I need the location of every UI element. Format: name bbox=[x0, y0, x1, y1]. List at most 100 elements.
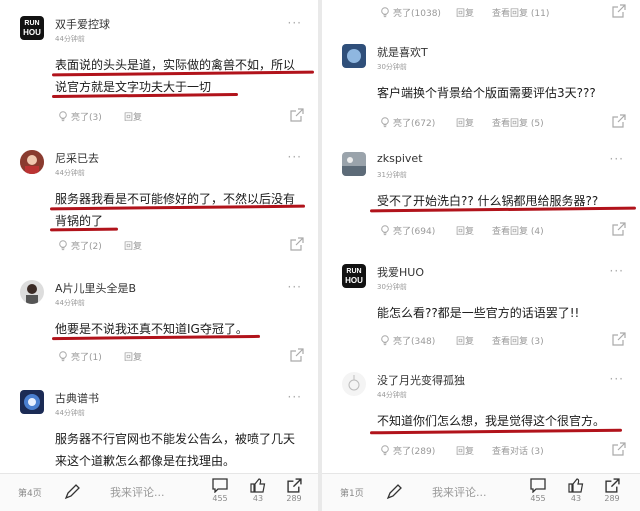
lightbulb-icon bbox=[59, 351, 67, 362]
comment-actions: 亮了(348) 回复 查看回复 (3) bbox=[322, 332, 640, 350]
user-avatar[interactable] bbox=[20, 150, 44, 174]
comments-button[interactable]: 455 bbox=[526, 478, 550, 503]
share-button[interactable]: 289 bbox=[282, 478, 306, 503]
lightbulb-icon bbox=[381, 225, 389, 236]
share-icon[interactable] bbox=[612, 332, 626, 346]
reply-button[interactable]: 回复 bbox=[124, 239, 142, 252]
comment-text: 服务器我看是不可能修好的了，不然以后没有 背锅的了 bbox=[55, 188, 307, 232]
share-icon[interactable] bbox=[612, 114, 626, 128]
username[interactable]: zkspivet bbox=[377, 152, 423, 165]
like-button[interactable]: 亮了(672) bbox=[380, 116, 435, 129]
reply-button[interactable]: 回复 bbox=[456, 224, 474, 237]
more-options-icon[interactable]: ··· bbox=[610, 372, 624, 386]
view-dialog-button[interactable]: 查看对话 (3) bbox=[492, 444, 544, 457]
share-icon[interactable] bbox=[612, 222, 626, 236]
comment-actions: 亮了(3) 回复 bbox=[0, 108, 318, 126]
page-indicator[interactable]: 第4页 bbox=[18, 486, 42, 499]
user-avatar[interactable]: RUN HOU bbox=[20, 16, 44, 40]
like-button[interactable]: 亮了(2) bbox=[58, 239, 102, 252]
share-icon[interactable] bbox=[290, 237, 304, 251]
username[interactable]: 双手爱控球 bbox=[55, 16, 110, 32]
like-total-button[interactable]: 43 bbox=[564, 478, 588, 503]
share-icon[interactable] bbox=[612, 442, 626, 456]
avatar-logo-top: RUN bbox=[24, 20, 40, 27]
user-avatar[interactable] bbox=[342, 152, 366, 176]
bottom-comment-bar: 第4页 我来评论... 455 43 289 bbox=[0, 473, 318, 511]
user-avatar[interactable]: RUN HOU bbox=[342, 264, 366, 288]
share-icon[interactable] bbox=[290, 348, 304, 362]
like-button[interactable]: 亮了(694) bbox=[380, 224, 435, 237]
more-options-icon[interactable]: ··· bbox=[610, 264, 624, 278]
user-avatar[interactable] bbox=[20, 280, 44, 304]
comments-button[interactable]: 455 bbox=[208, 478, 232, 503]
user-avatar[interactable] bbox=[20, 390, 44, 414]
timestamp: 44分钟前 bbox=[55, 169, 85, 177]
reply-button[interactable]: 回复 bbox=[456, 116, 474, 129]
like-button[interactable]: 亮了(1) bbox=[58, 350, 102, 363]
username[interactable]: A片儿里头全是B bbox=[55, 280, 136, 296]
avatar-photo-icon bbox=[20, 280, 44, 304]
page-indicator[interactable]: 第1页 bbox=[340, 486, 364, 499]
timestamp: 44分钟前 bbox=[55, 409, 85, 417]
like-count: 亮了(3) bbox=[71, 113, 102, 123]
lightbulb-icon bbox=[381, 117, 389, 128]
like-button[interactable]: 亮了(3) bbox=[58, 110, 102, 123]
comment-count: 455 bbox=[530, 494, 546, 503]
view-replies-button[interactable]: 查看回复 (11) bbox=[492, 6, 549, 19]
share-icon bbox=[286, 478, 302, 493]
lightbulb-icon bbox=[381, 335, 389, 346]
user-avatar[interactable] bbox=[342, 44, 366, 68]
username[interactable]: 我爱HUO bbox=[377, 264, 424, 280]
username[interactable]: 就是喜欢T bbox=[377, 44, 428, 60]
like-button[interactable]: 亮了(289) bbox=[380, 444, 435, 457]
pen-icon[interactable] bbox=[64, 484, 80, 500]
view-replies-button[interactable]: 查看回复 (5) bbox=[492, 116, 544, 129]
comment-input[interactable]: 我来评论... bbox=[432, 484, 487, 500]
share-button[interactable]: 289 bbox=[600, 478, 624, 503]
comment-actions: 亮了(672) 回复 查看回复 (5) bbox=[322, 114, 640, 132]
comment-actions: 亮了(1038) 回复 查看回复 (11) bbox=[322, 4, 640, 22]
more-options-icon[interactable]: ··· bbox=[610, 152, 624, 166]
reply-button[interactable]: 回复 bbox=[124, 110, 142, 123]
more-options-icon[interactable]: ··· bbox=[288, 16, 302, 30]
like-count: 亮了(1038) bbox=[393, 9, 441, 19]
share-count: 289 bbox=[286, 494, 302, 503]
like-count: 亮了(289) bbox=[393, 447, 436, 457]
reply-button[interactable]: 回复 bbox=[456, 6, 474, 19]
like-count: 亮了(694) bbox=[393, 227, 436, 237]
timestamp: 44分钟前 bbox=[377, 391, 407, 399]
username[interactable]: 尼采已去 bbox=[55, 150, 99, 166]
user-avatar[interactable] bbox=[342, 372, 366, 396]
like-total-button[interactable]: 43 bbox=[246, 478, 270, 503]
comment-bubble-icon bbox=[530, 478, 546, 493]
share-count: 289 bbox=[604, 494, 620, 503]
username[interactable]: 古典谱书 bbox=[55, 390, 99, 406]
like-button[interactable]: 亮了(348) bbox=[380, 334, 435, 347]
more-options-icon[interactable]: ··· bbox=[288, 280, 302, 294]
avatar-logo-mid: HOU bbox=[345, 276, 363, 285]
like-count: 亮了(348) bbox=[393, 337, 436, 347]
view-replies-button[interactable]: 查看回复 (4) bbox=[492, 224, 544, 237]
lightbulb-icon bbox=[59, 111, 67, 122]
reply-button[interactable]: 回复 bbox=[456, 334, 474, 347]
like-count: 亮了(2) bbox=[71, 242, 102, 252]
username[interactable]: 没了月光变得孤独 bbox=[377, 372, 465, 388]
timestamp: 44分钟前 bbox=[55, 35, 85, 43]
more-options-icon[interactable]: ··· bbox=[288, 150, 302, 164]
timestamp: 31分钟前 bbox=[377, 171, 407, 179]
like-count: 亮了(1) bbox=[71, 353, 102, 363]
reply-button[interactable]: 回复 bbox=[124, 350, 142, 363]
share-icon[interactable] bbox=[290, 108, 304, 122]
right-comment-panel: 亮了(1038) 回复 查看回复 (11) 就是喜欢T 30分钟前 客户端换个背… bbox=[322, 0, 640, 511]
timestamp: 30分钟前 bbox=[377, 63, 407, 71]
share-icon[interactable] bbox=[612, 4, 626, 18]
pen-icon[interactable] bbox=[386, 484, 402, 500]
comment-input[interactable]: 我来评论... bbox=[110, 484, 165, 500]
reply-button[interactable]: 回复 bbox=[456, 444, 474, 457]
more-options-icon[interactable]: ··· bbox=[288, 390, 302, 404]
comment-line: 服务器不行官网也不能发公告么，被喷了几天 bbox=[55, 432, 296, 446]
view-replies-button[interactable]: 查看回复 (3) bbox=[492, 334, 544, 347]
avatar-photo-icon bbox=[20, 390, 44, 414]
timestamp: 30分钟前 bbox=[377, 283, 407, 291]
like-button[interactable]: 亮了(1038) bbox=[380, 6, 441, 19]
